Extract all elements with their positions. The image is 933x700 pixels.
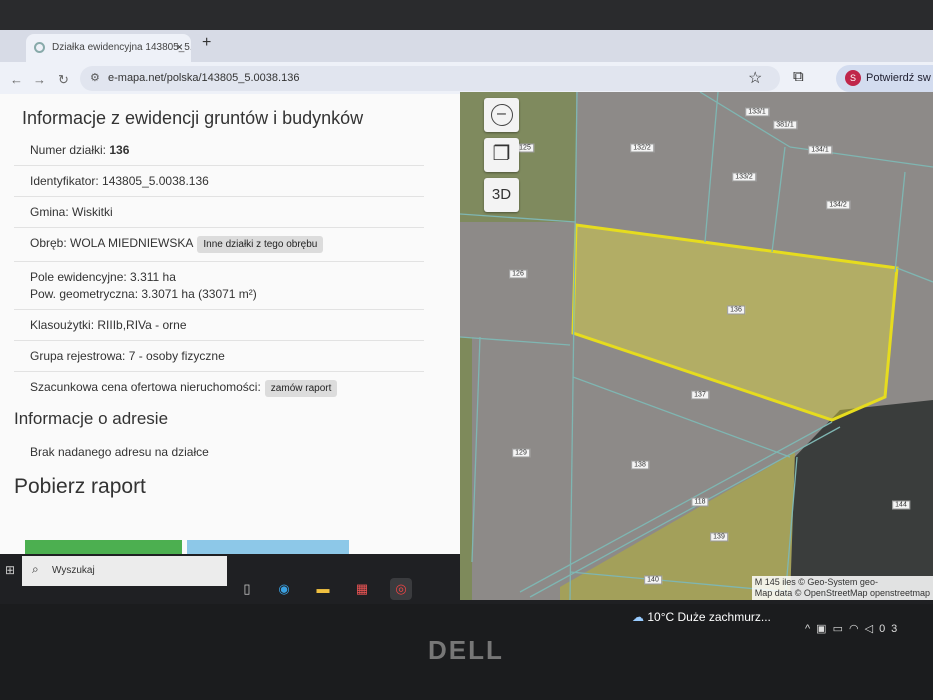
- tab-title: Działka ewidencyjna 143805_5.0038.136: [52, 42, 191, 53]
- clock: 03: [879, 623, 904, 635]
- price-label: Szacunkowa cena ofertowa nieruchomości:: [30, 380, 261, 394]
- map-view[interactable]: 132/2 133/1 381/1 134/1 133/2 134/2 125 …: [460, 92, 933, 600]
- layers-icon: ❐: [492, 143, 511, 165]
- profile-button[interactable]: S Potwierdź sw: [836, 65, 933, 92]
- task-view-icon[interactable]: ▯: [236, 578, 258, 600]
- search-placeholder: Wyszukaj: [52, 565, 95, 576]
- parcel-label: 133/2: [732, 172, 756, 182]
- reload-icon[interactable]: ↻: [58, 72, 69, 88]
- parcel-layer: [460, 92, 933, 600]
- parcel-label: 139: [710, 532, 728, 542]
- chrome-icon[interactable]: ◎: [390, 578, 412, 600]
- parcel-label: 133/1: [745, 107, 769, 117]
- area-ewid: Pole ewidencyjne: 3.311 ha: [30, 270, 176, 284]
- address-title: Informacje o adresie: [14, 409, 169, 428]
- row-gmina: Gmina: Wiskitki: [14, 197, 424, 228]
- browser-tab[interactable]: Działka ewidencyjna 143805_5.0038.136 ×: [26, 34, 191, 62]
- parcel-label: 118: [691, 497, 709, 507]
- field-strip: [460, 337, 472, 600]
- row-land-class: Klasoużytki: RIIIb,RIVa - orne: [14, 310, 424, 341]
- map-attribution: M 145 iles © Geo-System geo- Map data © O…: [751, 576, 933, 600]
- dell-logo: DELL: [428, 635, 504, 665]
- attribution-line: M 145 iles © Geo-System geo-: [754, 577, 878, 587]
- parcel-label: 144: [892, 500, 910, 510]
- extensions-icon[interactable]: ⧉: [793, 68, 804, 85]
- report-button-green[interactable]: [25, 540, 182, 554]
- attribution-line[interactable]: Map data © OpenStreetMap openstreetmap: [755, 588, 930, 599]
- screen-bezel: [0, 0, 933, 30]
- avatar: S: [845, 70, 861, 86]
- meet-icon[interactable]: ▣: [816, 623, 832, 635]
- parcel-label: 140: [644, 575, 662, 585]
- row-obreb: Obręb: WOLA MIEDNIEWSKA Inne działki z te…: [14, 228, 424, 262]
- tab-favicon-icon: [34, 42, 45, 53]
- windows-start-icon[interactable]: ⊞: [5, 563, 15, 577]
- wifi-icon[interactable]: ◠: [849, 623, 865, 635]
- layers-button[interactable]: ❐: [484, 138, 519, 172]
- forward-icon[interactable]: →: [33, 72, 46, 87]
- row-identifier: Identyfikator: 143805_5.0038.136: [14, 166, 424, 197]
- new-tab-button[interactable]: +: [202, 34, 211, 52]
- tab-bar: ⌄ Działka ewidencyjna 143805_5.0038.136 …: [0, 30, 933, 81]
- address-bar-row: ← → ↻ ⚙ e-mapa.net/polska/143805_5.0038.…: [0, 62, 933, 94]
- row-area: Pole ewidencyjne: 3.311 ha Pow. geometryc…: [14, 262, 424, 310]
- parcel-label: 134/1: [808, 145, 832, 155]
- parcel-label: 129: [512, 448, 530, 458]
- field-144: [782, 400, 933, 600]
- weather-widget[interactable]: ☁ 10°C Duże zachmurz...: [632, 610, 771, 624]
- parcel-label: 137: [691, 390, 709, 400]
- bookmark-star-icon[interactable]: ☆: [748, 68, 762, 88]
- selected-parcel-136[interactable]: [571, 223, 899, 422]
- url-input[interactable]: ⚙ e-mapa.net/polska/143805_5.0038.136: [80, 66, 780, 91]
- parcel-label: 138: [631, 460, 649, 470]
- panel-title: Informacje z ewidencji gruntów i budynkó…: [22, 108, 364, 128]
- cloud-sun-icon: ☁: [632, 610, 644, 624]
- parcel-label: 126: [509, 269, 527, 279]
- row-price: Szacunkowa cena ofertowa nieruchomości: z…: [14, 372, 424, 405]
- area-geom: Pow. geometryczna: 3.3071 ha (33071 m²): [30, 287, 257, 301]
- minus-circle-icon: –: [490, 104, 513, 126]
- chevron-up-icon[interactable]: ^: [805, 623, 816, 635]
- close-tab-icon[interactable]: ×: [176, 40, 183, 54]
- temperature: 10°C: [647, 610, 675, 624]
- parcel-info-panel: Informacje z ewidencji gruntów i budynkó…: [0, 94, 460, 554]
- weather-text: Duże zachmurz...: [677, 610, 771, 624]
- search-icon: ⌕: [32, 562, 39, 576]
- taskbar-search[interactable]: ⌕ Wyszukaj: [22, 556, 227, 586]
- address-text: Brak nadanego adresu na działce: [30, 445, 209, 459]
- site-info-icon[interactable]: ⚙: [90, 71, 100, 84]
- battery-icon[interactable]: ▭: [833, 623, 849, 635]
- parcel-number: 136: [109, 143, 130, 157]
- other-parcels-button[interactable]: Inne działki z tego obrębu: [197, 236, 324, 253]
- parcel-label: 381/1: [773, 120, 797, 130]
- volume-icon[interactable]: ◁: [865, 623, 879, 635]
- parcel-label: 136: [727, 305, 745, 315]
- 3d-button[interactable]: 3D: [484, 178, 519, 212]
- parcel-label: 134/2: [826, 200, 850, 210]
- row-parcel-number: Numer działki: 136: [14, 135, 424, 166]
- label: Numer działki:: [30, 143, 107, 157]
- url-text: e-mapa.net/polska/143805_5.0038.136: [108, 72, 300, 84]
- obreb-text: Obręb: WOLA MIEDNIEWSKA: [30, 236, 194, 250]
- file-explorer-icon[interactable]: ▬: [312, 578, 334, 600]
- store-icon[interactable]: ▦: [351, 578, 373, 600]
- system-tray[interactable]: ^▣▭◠◁03: [805, 622, 903, 635]
- report-button-blue[interactable]: [187, 540, 349, 554]
- edge-icon[interactable]: ◉: [273, 578, 295, 600]
- back-icon[interactable]: ←: [10, 72, 23, 87]
- row-group: Grupa rejestrowa: 7 - osoby fizyczne: [14, 341, 424, 372]
- zoom-out-button[interactable]: –: [484, 98, 519, 132]
- report-title: Pobierz raport: [14, 475, 146, 498]
- parcel-label: 132/2: [630, 143, 654, 153]
- order-report-button[interactable]: zamów raport: [264, 380, 338, 397]
- profile-label: Potwierdź sw: [866, 72, 931, 84]
